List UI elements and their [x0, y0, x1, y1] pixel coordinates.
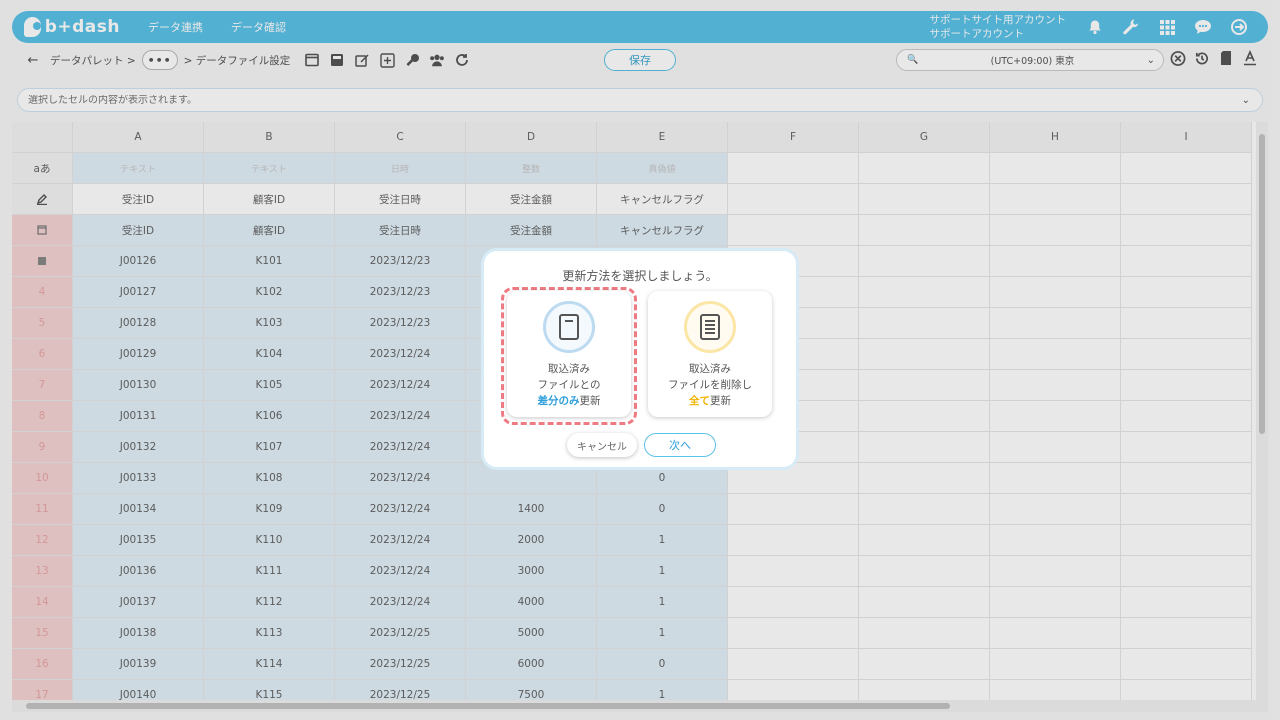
option-diff-emphasis: 差分のみ: [537, 395, 580, 407]
dialog-title: 更新方法を選択しましょう。: [562, 269, 718, 283]
option-full-line1: 取込済み: [689, 363, 731, 375]
document-icon: [543, 301, 595, 353]
option-diff-line1: 取込済み: [548, 363, 590, 375]
option-diff-update[interactable]: 取込済み ファイルとの 差分のみ更新: [507, 291, 631, 417]
update-method-dialog: 更新方法を選択しましょう。 取込済み ファイルとの 差分のみ更新 取込済み ファ…: [481, 248, 799, 470]
next-button[interactable]: 次へ: [644, 433, 716, 457]
option-full-update[interactable]: 取込済み ファイルを削除し 全て更新: [648, 291, 772, 417]
document-lines-icon: [684, 301, 736, 353]
option-diff-line2: ファイルとの: [537, 379, 601, 391]
cancel-button[interactable]: キャンセル: [567, 433, 637, 457]
option-full-tail: 更新: [710, 395, 731, 407]
option-full-line2: ファイルを削除し: [668, 379, 752, 391]
option-diff-tail: 更新: [579, 395, 601, 407]
option-full-emphasis: 全て: [689, 395, 710, 407]
